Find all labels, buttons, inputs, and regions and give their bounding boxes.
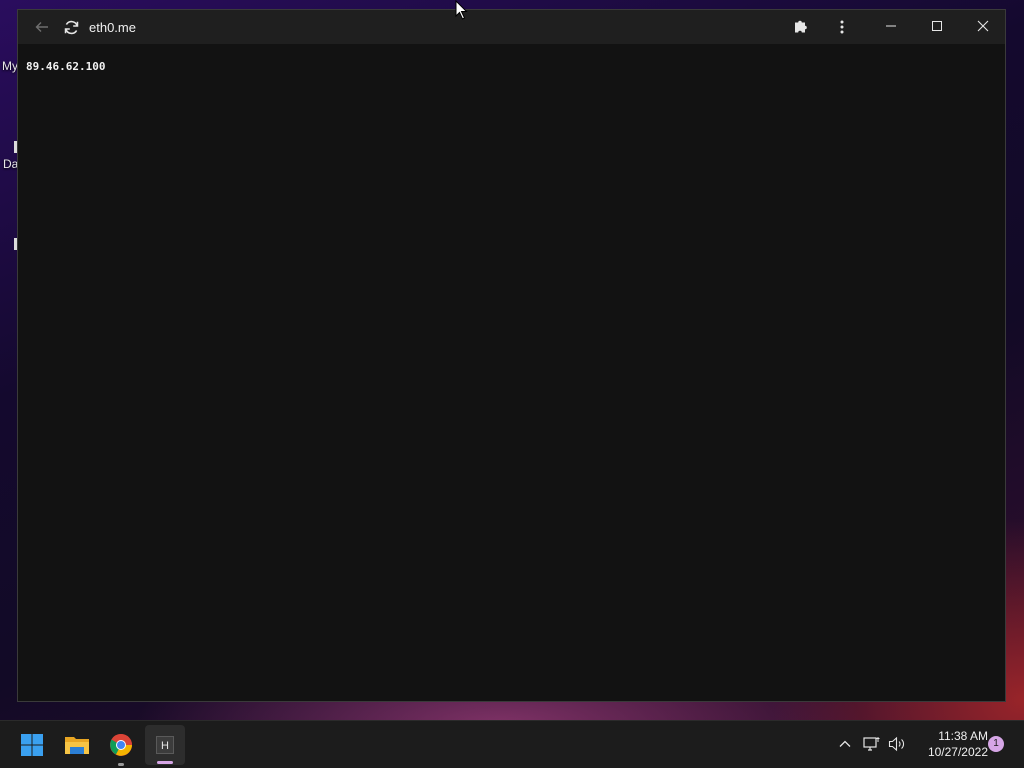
running-indicator [118,763,124,766]
menu-button[interactable] [826,10,858,44]
chrome-button[interactable] [101,725,141,766]
page-content: 89.46.62.100 [18,44,1005,701]
file-explorer-icon [65,737,89,754]
network-icon [863,737,880,751]
clock-time: 11:38 AM [938,729,988,743]
volume-button[interactable] [886,733,908,755]
clock-date: 10/27/2022 [927,745,988,759]
puzzle-icon [795,20,807,33]
title-bar[interactable]: eth0.me [18,10,1005,44]
clock[interactable]: 11:38 AM 10/27/2022 [914,728,988,760]
ip-address-text: 89.46.62.100 [26,60,106,73]
notification-badge[interactable]: 1 [988,736,1004,752]
start-button[interactable] [12,725,52,765]
desktop: My Da eth0.me 89.46.62.100 H 11:38 AM 10… [0,0,1024,768]
h-app-icon: H [156,736,174,754]
chevron-up-icon [839,740,851,747]
url-text[interactable]: eth0.me [89,20,136,35]
windows-start-icon [21,734,43,756]
maximize-button[interactable] [914,10,960,42]
show-hidden-icons-button[interactable] [834,733,856,755]
maximize-icon [932,21,942,31]
refresh-icon [64,20,78,34]
close-icon [977,20,989,32]
kebab-menu-icon [840,20,844,34]
back-button[interactable] [26,10,58,44]
extensions-button[interactable] [785,10,817,44]
desktop-icon-label[interactable]: My [2,59,18,73]
browser-window: eth0.me 89.46.62.100 [17,9,1006,702]
active-indicator [157,761,173,764]
volume-icon [888,736,904,752]
h-app-button[interactable]: H [145,725,185,765]
file-explorer-button[interactable] [57,725,97,765]
close-button[interactable] [960,10,1006,42]
mouse-cursor-icon [455,0,468,20]
taskbar: H 11:38 AM 10/27/2022 [0,720,1024,768]
minimize-icon [886,25,896,27]
network-button[interactable] [861,733,883,755]
minimize-button[interactable] [868,10,914,42]
reload-button[interactable] [55,10,87,44]
arrow-left-icon [35,22,48,32]
chrome-icon [110,734,132,756]
